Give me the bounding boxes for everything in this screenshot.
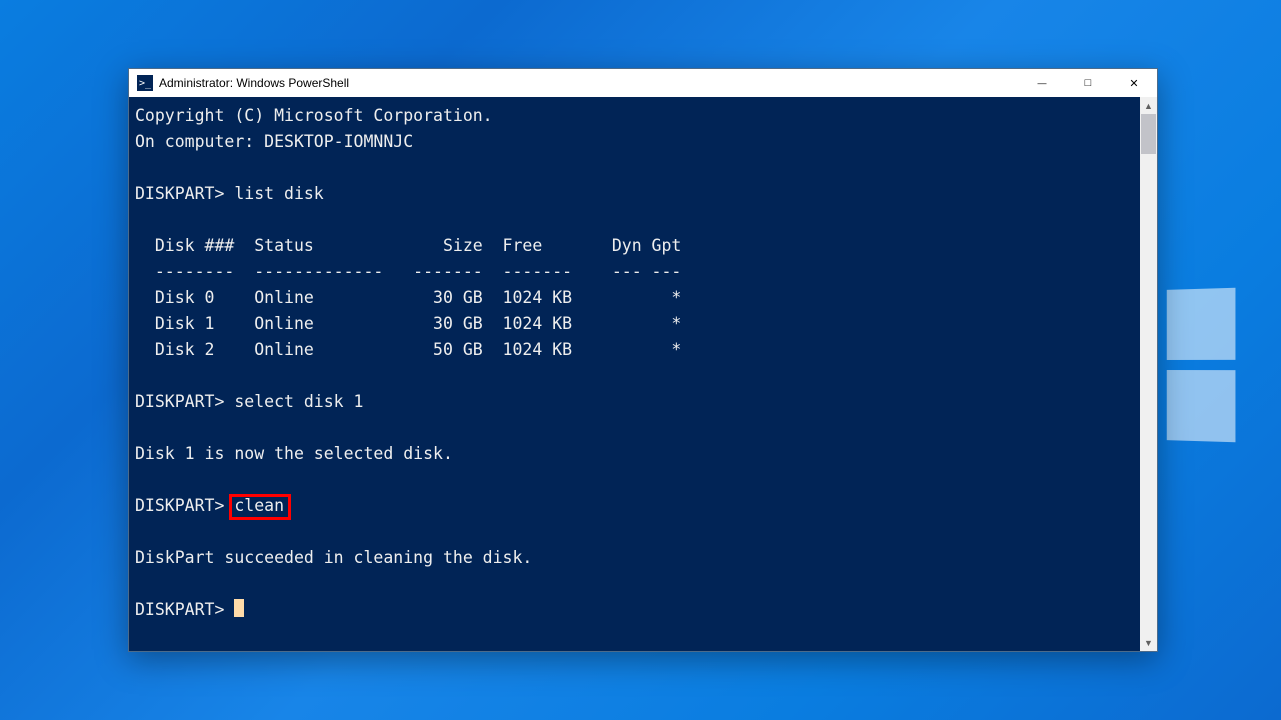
- powershell-window: >_ Administrator: Windows PowerShell Cop…: [128, 68, 1158, 652]
- scroll-up-icon[interactable]: ▲: [1140, 97, 1157, 114]
- titlebar[interactable]: >_ Administrator: Windows PowerShell: [129, 69, 1157, 97]
- scroll-thumb[interactable]: [1141, 114, 1156, 154]
- minimize-button[interactable]: [1019, 69, 1065, 97]
- powershell-icon: >_: [137, 75, 153, 91]
- cursor: [234, 599, 244, 617]
- window-title: Administrator: Windows PowerShell: [159, 76, 349, 90]
- close-button[interactable]: [1111, 69, 1157, 97]
- scroll-down-icon[interactable]: ▼: [1140, 634, 1157, 651]
- terminal-output[interactable]: Copyright (C) Microsoft Corporation. On …: [129, 97, 1140, 651]
- maximize-button[interactable]: [1065, 69, 1111, 97]
- scrollbar[interactable]: ▲ ▼: [1140, 97, 1157, 651]
